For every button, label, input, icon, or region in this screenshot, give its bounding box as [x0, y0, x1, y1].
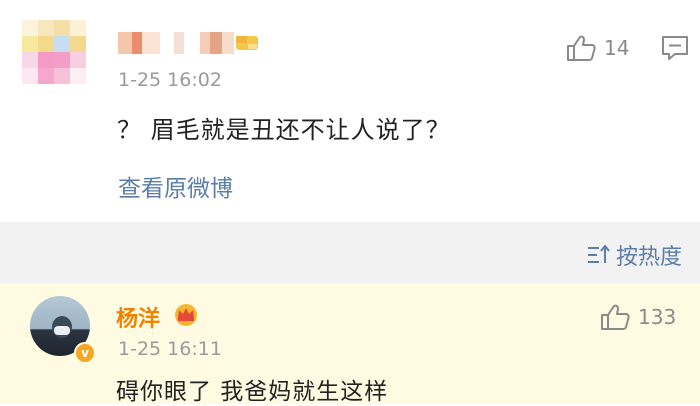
sort-label: 按热度: [615, 245, 682, 270]
sort-by-hot-button[interactable]: 按热度: [586, 239, 682, 271]
like-count: 133: [638, 305, 677, 329]
sort-bar: 按热度: [0, 222, 700, 283]
comment-icon[interactable]: [660, 34, 690, 62]
reply-time: 1-25 16:11: [118, 338, 222, 360]
reply-username[interactable]: 杨洋: [116, 301, 160, 333]
view-original-link[interactable]: 查看原微博: [118, 169, 233, 203]
like-button[interactable]: 14: [566, 34, 629, 62]
like-count: 14: [604, 36, 630, 60]
crown-icon: [175, 304, 197, 326]
comment-time: 1-25 16:02: [118, 69, 222, 91]
vip-badge-icon: [236, 36, 258, 50]
verified-badge-icon: v: [74, 342, 96, 364]
avatar[interactable]: [22, 20, 86, 84]
comment-card: 1-25 16:02 ？ 眉毛就是丑还不让人说了？ 查看原微博 14: [0, 0, 700, 222]
reply-like-button[interactable]: 133: [600, 303, 676, 331]
thumbs-up-icon: [601, 304, 630, 330]
comment-text: ？ 眉毛就是丑还不让人说了？: [117, 116, 451, 144]
username-redacted[interactable]: [118, 32, 234, 54]
reply-text: 碍你眼了 我爸妈就生这样: [116, 379, 389, 405]
sort-icon: [587, 244, 610, 263]
thumbs-up-icon: [567, 35, 596, 61]
